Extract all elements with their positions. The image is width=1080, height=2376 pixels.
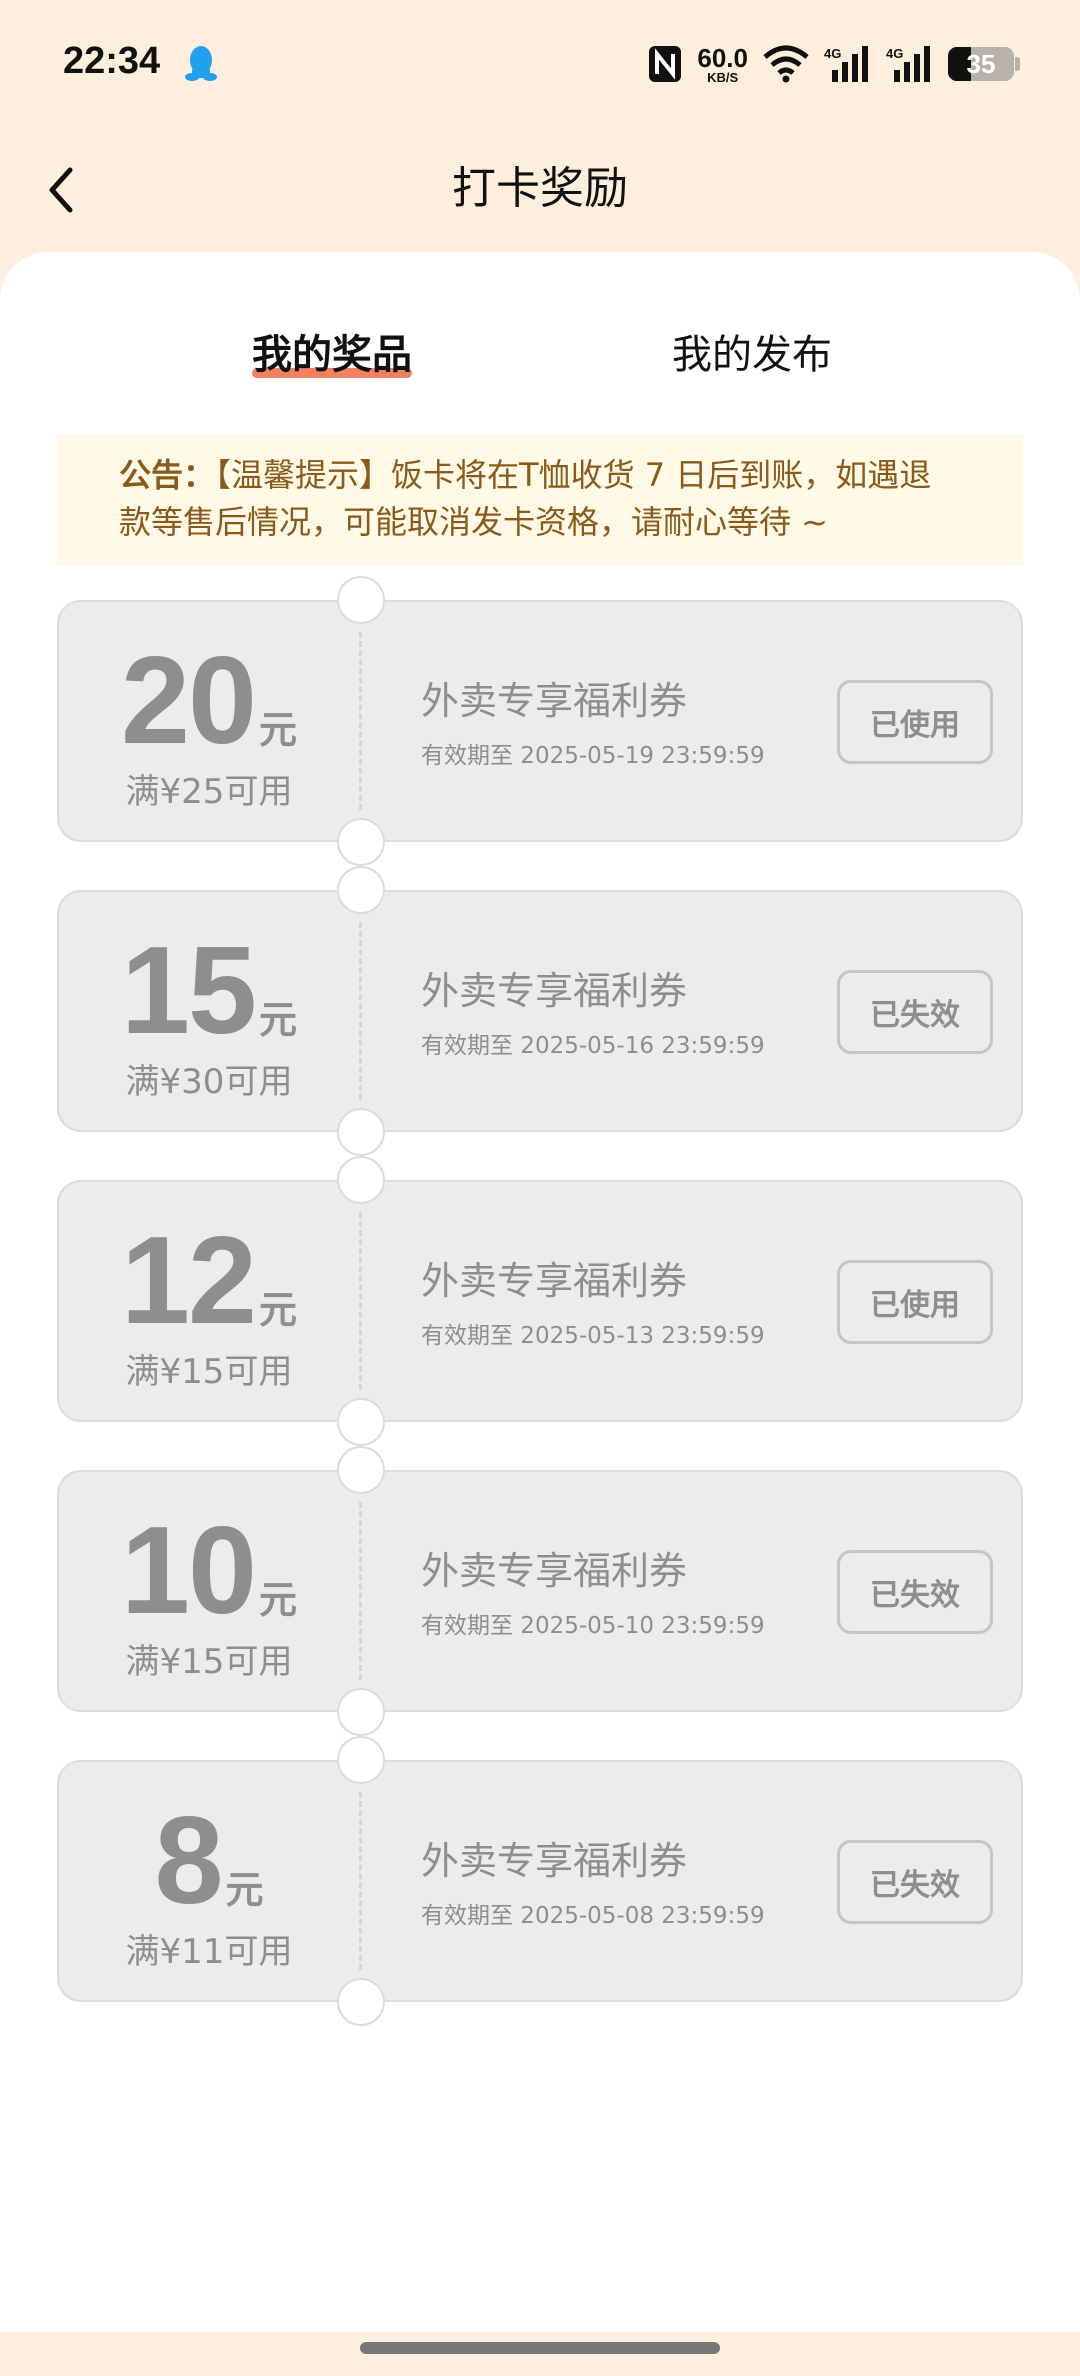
coupon-amount-block: 8 元 满¥11可用 bbox=[59, 1798, 359, 1973]
coupon-card: 20 元 满¥25可用 外卖专享福利券 有效期至 2025-05-19 23:5… bbox=[57, 576, 1023, 866]
svg-text:4G: 4G bbox=[886, 46, 903, 61]
status-bar: 22:34 60.0 KB/S 4G 4G 35 bbox=[0, 0, 1080, 130]
coupon-card: 12 元 满¥15可用 外卖专享福利券 有效期至 2025-05-13 23:5… bbox=[57, 1156, 1023, 1446]
coupon-status-button[interactable]: 已使用 bbox=[837, 1260, 993, 1344]
coupon-amount: 20 bbox=[121, 632, 257, 770]
coupon-threshold: 满¥11可用 bbox=[125, 1932, 293, 1972]
status-indicators: 60.0 KB/S 4G 4G 35 bbox=[647, 40, 1020, 88]
coupon-currency: 元 bbox=[258, 708, 297, 752]
coupon-title: 外卖专享福利券 bbox=[421, 1549, 688, 1593]
coupon-status-button[interactable]: 已使用 bbox=[837, 680, 993, 764]
coupon-threshold: 满¥15可用 bbox=[125, 1642, 293, 1682]
notice-banner: 公告：【温馨提示】饭卡将在T恤收货 7 日后到账，如遇退款等售后情况，可能取消发… bbox=[57, 434, 1023, 566]
coupon-status-button[interactable]: 已失效 bbox=[837, 1550, 993, 1634]
coupon-title: 外卖专享福利券 bbox=[421, 1839, 688, 1883]
coupon-title: 外卖专享福利券 bbox=[421, 679, 688, 723]
home-indicator[interactable] bbox=[360, 2342, 720, 2354]
coupon-card: 10 元 满¥15可用 外卖专享福利券 有效期至 2025-05-10 23:5… bbox=[57, 1446, 1023, 1736]
coupon-card: 15 元 满¥30可用 外卖专享福利券 有效期至 2025-05-16 23:5… bbox=[57, 866, 1023, 1156]
coupon-currency: 元 bbox=[225, 1868, 264, 1912]
coupon-threshold: 满¥30可用 bbox=[125, 1062, 293, 1102]
coupon-amount-block: 20 元 满¥25可用 bbox=[59, 638, 359, 813]
signal-icon-2: 4G bbox=[886, 46, 930, 82]
status-time: 22:34 bbox=[63, 40, 161, 82]
coupon-amount-block: 12 元 满¥15可用 bbox=[59, 1218, 359, 1393]
coupon-validity: 有效期至 2025-05-10 23:59:59 bbox=[421, 1613, 765, 1639]
coupon-status-button[interactable]: 已失效 bbox=[837, 1840, 993, 1924]
svg-text:4G: 4G bbox=[824, 46, 841, 61]
tab-my-prizes[interactable]: 我的奖品 bbox=[252, 322, 412, 380]
coupon-amount-block: 15 元 满¥30可用 bbox=[59, 928, 359, 1103]
tab-my-posts[interactable]: 我的发布 bbox=[672, 322, 832, 380]
content-panel: 我的奖品 我的发布 公告：【温馨提示】饭卡将在T恤收货 7 日后到账，如遇退款等… bbox=[0, 252, 1080, 2332]
coupon-threshold: 满¥15可用 bbox=[125, 1352, 293, 1392]
coupon-amount: 12 bbox=[121, 1212, 257, 1350]
nfc-icon bbox=[649, 46, 682, 82]
signal-icon: 4G bbox=[824, 46, 868, 82]
coupon-validity: 有效期至 2025-05-08 23:59:59 bbox=[421, 1903, 765, 1929]
tab-bar: 我的奖品 我的发布 bbox=[0, 322, 1080, 402]
battery-icon: 35 bbox=[948, 47, 1020, 81]
wifi-icon bbox=[763, 45, 809, 83]
coupon-amount: 15 bbox=[121, 922, 257, 1060]
coupon-validity: 有效期至 2025-05-16 23:59:59 bbox=[421, 1033, 765, 1059]
qq-icon bbox=[185, 46, 217, 81]
coupon-currency: 元 bbox=[258, 1288, 297, 1332]
notice-label: 公告： bbox=[119, 456, 216, 494]
coupon-card: 8 元 满¥11可用 外卖专享福利券 有效期至 2025-05-08 23:59… bbox=[57, 1736, 1023, 2026]
coupon-title: 外卖专享福利券 bbox=[421, 1259, 688, 1303]
coupon-currency: 元 bbox=[258, 998, 297, 1042]
nav-bar: 打卡奖励 bbox=[0, 130, 1080, 250]
coupon-title: 外卖专享福利券 bbox=[421, 969, 688, 1013]
coupon-status-button[interactable]: 已失效 bbox=[837, 970, 993, 1054]
notice-text: 【温馨提示】饭卡将在T恤收货 7 日后到账，如遇退款等售后情况，可能取消发卡资格… bbox=[119, 456, 932, 541]
net-speed: 60.0 KB/S bbox=[697, 42, 748, 85]
coupon-validity: 有效期至 2025-05-19 23:59:59 bbox=[421, 743, 765, 769]
coupon-amount-block: 10 元 满¥15可用 bbox=[59, 1508, 359, 1683]
coupon-validity: 有效期至 2025-05-13 23:59:59 bbox=[421, 1323, 765, 1349]
coupon-amount: 8 bbox=[154, 1792, 224, 1930]
coupon-amount: 10 bbox=[121, 1502, 257, 1640]
page-title: 打卡奖励 bbox=[452, 163, 628, 214]
coupon-threshold: 满¥25可用 bbox=[125, 772, 293, 812]
coupon-currency: 元 bbox=[258, 1578, 297, 1622]
